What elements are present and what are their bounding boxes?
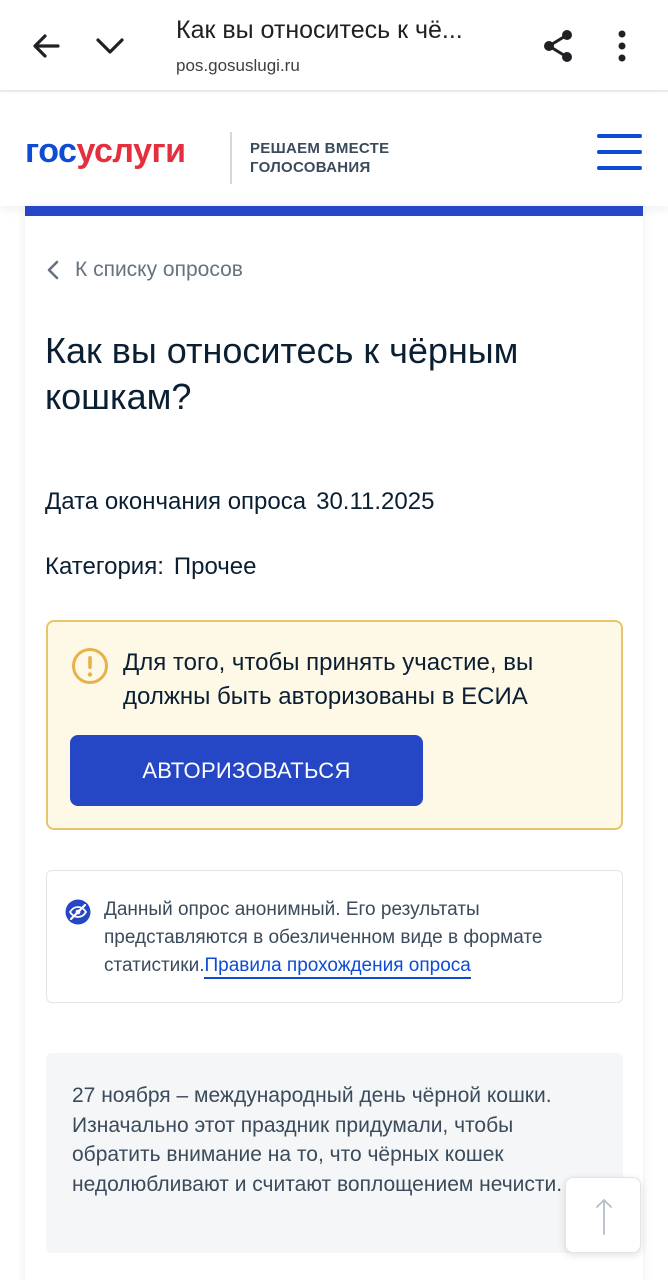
logo-part-gos: гос [25,132,77,170]
end-date-value: 30.11.2025 [316,488,435,515]
share-icon[interactable] [538,26,578,66]
back-to-polls-link[interactable]: К списку опросов [45,258,243,282]
anonymous-info: Данный опрос анонимный. Его результаты п… [46,870,623,1003]
exclamation-circle-icon [71,647,109,685]
chevron-left-icon [47,260,59,280]
end-date-row: Дата окончания опроса 30.11.2025 [45,488,434,516]
poll-rules-link[interactable]: Правила прохождения опроса [204,955,471,979]
chevron-down-icon[interactable] [92,28,128,64]
tagline-line-1: РЕШАЕМ ВМЕСТЕ [250,140,390,157]
browser-toolbar: Как вы относитесь к чё... pos.gosuslugi.… [0,0,668,92]
scroll-to-top-button[interactable] [565,1177,641,1253]
logo-part-uslugi: услуги [76,132,186,170]
back-link-label: К списку опросов [75,258,243,281]
anonymous-info-text: Данный опрос анонимный. Его результаты п… [104,896,604,980]
poll-description-text: 27 ноября – международный день чёрной ко… [72,1084,563,1196]
category-value: Прочее [173,553,257,580]
end-date-label: Дата окончания опроса [45,488,307,515]
auth-warning-text: Для того, чтобы принять участие, вы долж… [123,649,534,710]
authorize-button[interactable]: АВТОРИЗОВАТЬСЯ [70,735,423,806]
arrow-back-icon[interactable] [28,28,64,64]
card-accent-line [25,206,643,216]
poll-card: К списку опросов Как вы относитесь к чёр… [25,206,643,1280]
poll-description: 27 ноября – международный день чёрной ко… [46,1053,623,1253]
auth-warning: Для того, чтобы принять участие, вы долж… [46,620,623,830]
category-label: Категория: [45,553,164,580]
logo-divider [230,132,232,184]
header-tagline: РЕШАЕМ ВМЕСТЕ ГОЛОСОВАНИЯ [250,139,389,177]
gosuslugi-logo[interactable]: госуслуги [25,132,186,171]
menu-icon[interactable] [597,134,642,170]
site-header: госуслуги РЕШАЕМ ВМЕСТЕ ГОЛОСОВАНИЯ [0,94,668,206]
arrow-up-icon [596,1199,612,1235]
browser-page-title: Как вы относитесь к чё... [176,16,463,44]
more-vert-icon[interactable] [606,26,638,66]
page-title: Как вы относитесь к чёрным кошкам? [45,330,519,417]
eye-off-icon [65,899,91,925]
browser-url[interactable]: pos.gosuslugi.ru [176,56,300,76]
tagline-line-2: ГОЛОСОВАНИЯ [250,159,371,176]
category-row: Категория: Прочее [45,553,257,581]
